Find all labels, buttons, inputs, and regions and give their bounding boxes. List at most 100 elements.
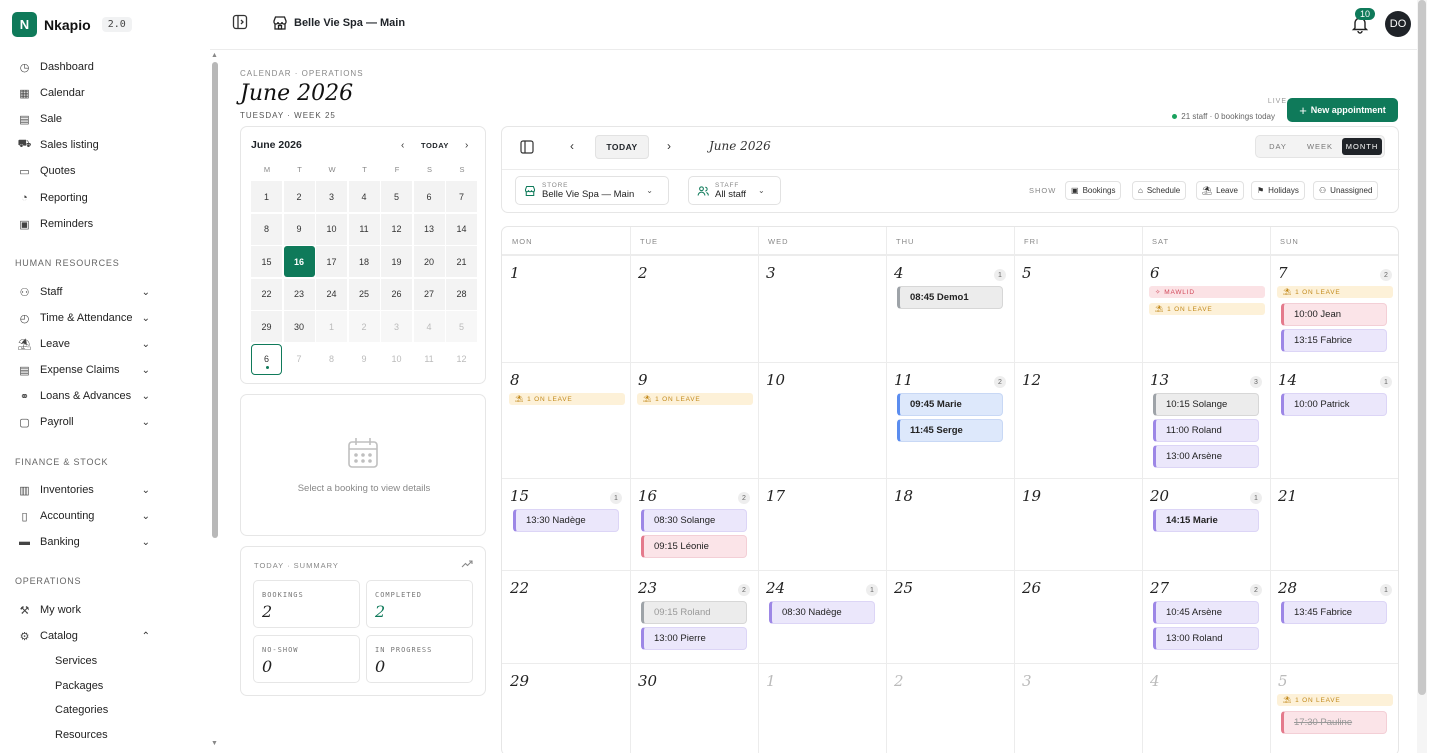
- mini-day[interactable]: 7: [446, 181, 477, 212]
- sidebar-item-dashboard[interactable]: ◷ Dashboard: [18, 57, 158, 77]
- sidebar-item-payroll[interactable]: ▢ Payroll ⌄: [18, 412, 158, 432]
- sidebar-scrollbar[interactable]: [212, 62, 218, 538]
- mini-day[interactable]: 20: [413, 246, 445, 277]
- mini-day[interactable]: 11: [348, 213, 380, 245]
- catalog-sub-item[interactable]: Categories: [55, 704, 108, 716]
- sidebar-item-catalog[interactable]: ⚙ Catalog ⌃: [18, 626, 158, 646]
- sidebar-item-reporting[interactable]: ◔ Reporting: [18, 188, 158, 208]
- sidebar-item-quotes[interactable]: ▭ Quotes: [18, 161, 158, 181]
- sidebar-item-sale[interactable]: ▤ Sale: [18, 109, 158, 129]
- day-cell[interactable]: [1014, 255, 1142, 362]
- mini-day[interactable]: 9: [348, 343, 380, 375]
- view-day-button[interactable]: DAY: [1258, 138, 1298, 155]
- catalog-sub-item[interactable]: Packages: [55, 680, 103, 692]
- mini-day[interactable]: 5: [381, 181, 412, 212]
- chevron-down-icon[interactable]: ⌄: [142, 339, 150, 350]
- sidebar-item-sales-listing[interactable]: ⛟ Sales listing: [18, 135, 158, 155]
- filter-chip-schedule[interactable]: ⌂ Schedule: [1132, 181, 1187, 200]
- chevron-down-icon[interactable]: ⌄: [142, 313, 150, 324]
- new-appointment-button[interactable]: + New appointment: [1287, 98, 1398, 122]
- sidebar-item-accounting[interactable]: ▯ Accounting ⌄: [18, 506, 158, 526]
- mini-day[interactable]: 1: [251, 181, 282, 212]
- booking-event[interactable]: 09:45 Marie: [897, 393, 1003, 416]
- day-cell[interactable]: [1270, 663, 1398, 753]
- mini-day[interactable]: 2: [283, 181, 315, 212]
- booking-event[interactable]: 10:00 Jean: [1281, 303, 1387, 326]
- mini-day[interactable]: 8: [251, 213, 282, 245]
- chevron-up-icon[interactable]: ⌃: [142, 631, 150, 642]
- booking-event[interactable]: 13:15 Fabrice: [1281, 329, 1387, 352]
- mini-next-icon[interactable]: ›: [465, 140, 468, 151]
- booking-event[interactable]: 13:00 Roland: [1153, 627, 1259, 650]
- day-cell[interactable]: [886, 663, 1014, 753]
- sidebar-item-banking[interactable]: ▬ Banking ⌄: [18, 532, 158, 552]
- day-cell[interactable]: [1142, 663, 1270, 753]
- chevron-down-icon[interactable]: ⌄: [142, 287, 150, 298]
- sidebar-item-calendar[interactable]: ▦ Calendar: [18, 83, 158, 103]
- booking-event[interactable]: 11:45 Serge: [897, 419, 1003, 442]
- mini-day[interactable]: 29: [251, 311, 282, 342]
- sidebar-item-staff[interactable]: ⚇ Staff ⌄: [18, 282, 158, 302]
- view-week-button[interactable]: WEEK: [1300, 138, 1340, 155]
- mini-day[interactable]: 30: [283, 311, 315, 342]
- mini-day[interactable]: 14: [446, 213, 477, 245]
- today-button[interactable]: TODAY: [595, 135, 649, 159]
- mini-day[interactable]: 12: [446, 343, 477, 375]
- store-filter[interactable]: STORE Belle Vie Spa — Main ⌄: [515, 176, 669, 205]
- mini-day[interactable]: 3: [381, 311, 412, 342]
- mini-day[interactable]: 10: [316, 213, 347, 245]
- booking-event[interactable]: 13:45 Fabrice: [1281, 601, 1387, 624]
- mini-day[interactable]: 4: [348, 181, 380, 212]
- mini-day[interactable]: 11: [413, 343, 445, 375]
- chevron-down-icon[interactable]: ⌄: [142, 417, 150, 428]
- user-avatar[interactable]: DO: [1385, 11, 1411, 37]
- booking-event[interactable]: 09:15 Léonie: [641, 535, 747, 558]
- view-month-button[interactable]: MONTH: [1342, 138, 1382, 155]
- mini-day[interactable]: 25: [348, 278, 380, 310]
- sidebar-item-leave[interactable]: ⛱ Leave ⌄: [18, 334, 158, 354]
- mini-day[interactable]: 8: [316, 343, 347, 375]
- mini-day[interactable]: 15: [251, 246, 282, 277]
- filter-chip-holidays[interactable]: ⚑ Holidays: [1251, 181, 1305, 200]
- mini-day[interactable]: 23: [283, 278, 315, 310]
- sidebar-item-inventories[interactable]: ▥ Inventories ⌄: [18, 480, 158, 500]
- catalog-sub-item[interactable]: Resources: [55, 729, 108, 741]
- mini-day[interactable]: 2: [348, 311, 380, 342]
- mini-day[interactable]: 12: [381, 213, 412, 245]
- chevron-down-icon[interactable]: ⌄: [142, 485, 150, 496]
- booking-event[interactable]: 09:15 Roland: [641, 601, 747, 624]
- booking-event[interactable]: 13:00 Pierre: [641, 627, 747, 650]
- mini-day[interactable]: 1: [316, 311, 347, 342]
- day-cell[interactable]: [758, 255, 886, 362]
- mini-day[interactable]: 22: [251, 278, 282, 310]
- day-cell[interactable]: [630, 362, 758, 478]
- mini-prev-icon[interactable]: ‹: [401, 140, 404, 151]
- filter-chip-bookings[interactable]: ▣ Bookings: [1065, 181, 1122, 200]
- day-cell[interactable]: [502, 255, 630, 362]
- panel-toggle-icon[interactable]: [520, 140, 534, 154]
- mini-day[interactable]: 6: [413, 181, 445, 212]
- booking-event[interactable]: 08:30 Solange: [641, 509, 747, 532]
- sidebar-item-expense-claims[interactable]: ▤ Expense Claims ⌄: [18, 360, 158, 380]
- mini-day[interactable]: 19: [381, 246, 412, 277]
- store-switcher[interactable]: Belle Vie Spa — Main: [272, 15, 405, 31]
- staff-filter[interactable]: STAFF All staff ⌄: [688, 176, 781, 205]
- catalog-sub-item[interactable]: Services: [55, 655, 97, 667]
- mini-day[interactable]: 28: [446, 278, 477, 310]
- booking-event[interactable]: 08:45 Demo1: [897, 286, 1003, 309]
- chevron-down-icon[interactable]: ⌄: [142, 391, 150, 402]
- mini-day[interactable]: 21: [446, 246, 477, 277]
- prev-month-icon[interactable]: ‹: [570, 139, 574, 153]
- day-cell[interactable]: [758, 663, 886, 753]
- booking-event[interactable]: 14:15 Marie: [1153, 509, 1259, 532]
- chevron-down-icon[interactable]: ⌄: [142, 537, 150, 548]
- sidebar-item-time-attendance[interactable]: ◴ Time & Attendance ⌄: [18, 308, 158, 328]
- day-cell[interactable]: [502, 362, 630, 478]
- mini-day[interactable]: 9: [283, 213, 315, 245]
- chevron-down-icon[interactable]: ⌄: [142, 365, 150, 376]
- next-month-icon[interactable]: ›: [667, 139, 671, 153]
- day-cell[interactable]: [1014, 663, 1142, 753]
- booking-event[interactable]: 08:30 Nadège: [769, 601, 875, 624]
- brand[interactable]: N Nkapio 2.0: [12, 12, 132, 37]
- mini-day[interactable]: 13: [413, 213, 445, 245]
